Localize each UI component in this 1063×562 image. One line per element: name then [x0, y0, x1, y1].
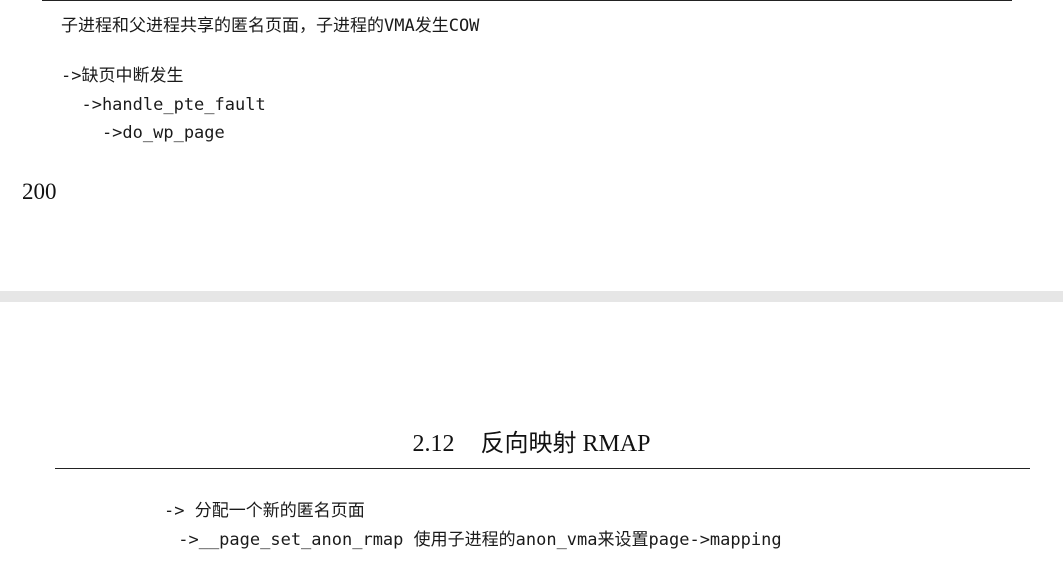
- bottom-page: 2.12 反向映射 RMAP -> 分配一个新的匿名页面 ->__page_set…: [0, 302, 1063, 562]
- page-separator: [0, 291, 1063, 302]
- section-number: 2.12: [412, 431, 455, 457]
- page-number: 200: [22, 179, 57, 204]
- section-title: 反向映射 RMAP: [480, 431, 651, 457]
- running-head: 2.12 反向映射 RMAP: [0, 429, 1063, 459]
- code-line-set-anon-rmap: ->__page_set_anon_rmap 使用子进程的anon_vma来设置…: [168, 530, 782, 550]
- code-line-page-fault: ->缺页中断发生: [61, 66, 184, 86]
- code-line-allocate-page: -> 分配一个新的匿名页面: [164, 501, 365, 521]
- code-line-cow: 子进程和父进程共享的匿名页面，子进程的VMA发生COW: [61, 16, 480, 36]
- code-line-handle-pte-fault: ->handle_pte_fault: [61, 95, 266, 115]
- top-page: 子进程和父进程共享的匿名页面，子进程的VMA发生COW ->缺页中断发生 ->h…: [0, 0, 1063, 291]
- header-rule: [55, 468, 1030, 469]
- top-rule: [42, 0, 1012, 1]
- code-line-do-wp-page: ->do_wp_page: [61, 123, 225, 143]
